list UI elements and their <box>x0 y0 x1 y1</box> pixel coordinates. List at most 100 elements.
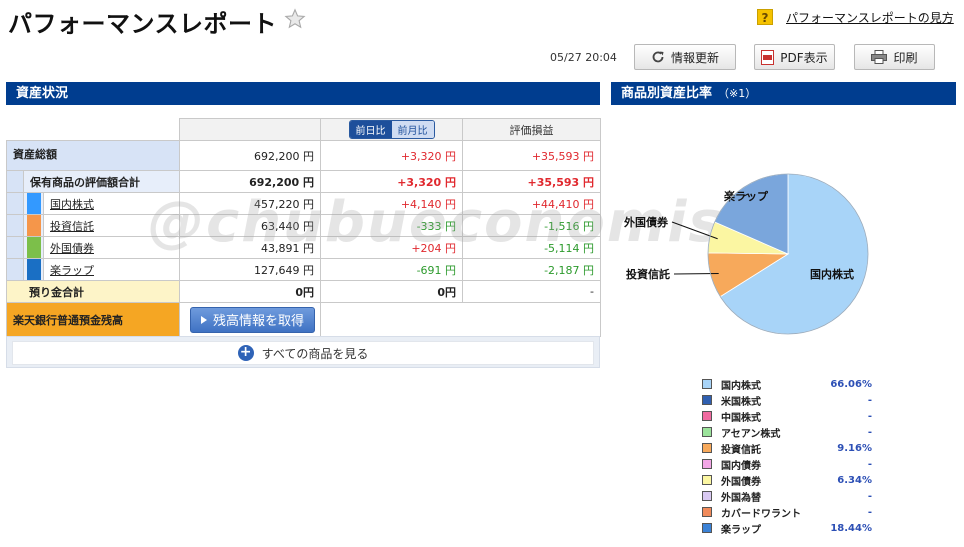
print-label: 印刷 <box>893 50 918 65</box>
allocation-pie-chart: 国内株式 投資信託 外国債券 楽ラップ <box>623 173 869 335</box>
help-link[interactable]: パフォーマンスレポートの見方 <box>786 9 954 26</box>
legend-label: 米国株式 <box>721 396 761 408</box>
category-link[interactable]: 外国債券 <box>50 242 94 255</box>
allocation-legend: 国内株式 66.06% 米国株式 - 中国株式 - アセアン株式 - 投資信託 9.16% 国内債券… <box>702 376 872 536</box>
help-icon[interactable]: ? <box>757 9 773 25</box>
legend-item: 楽ラップ 18.44% <box>702 520 872 536</box>
view-all-container: + すべての商品を見る <box>6 336 600 368</box>
total-assets-label: 資産総額 <box>5 140 181 171</box>
category-value: 43,891 円 <box>179 236 322 259</box>
legend-item: 外国債券 6.34% <box>702 472 872 488</box>
category-link[interactable]: 投資信託 <box>50 220 94 233</box>
change-toggle[interactable]: 前日比 前月比 <box>348 120 435 139</box>
print-button[interactable]: 印刷 <box>854 44 935 70</box>
holdings-total-row: 保有商品の評価額合計 692,200 円 +3,320 円 +35,593 円 <box>6 170 602 193</box>
table-row: 国内株式 457,220 円 +4,140 円 +44,410 円 <box>6 192 602 215</box>
category-color-swatch <box>26 237 41 258</box>
legend-value: 9.16% <box>837 442 872 454</box>
table-row: 楽ラップ 127,649 円 -691 円 -2,187 円 <box>6 258 602 281</box>
update-timestamp: 05/27 20:04 <box>550 51 617 64</box>
view-all-button[interactable]: + すべての商品を見る <box>12 341 594 365</box>
legend-item: 外国為替 - <box>702 488 872 504</box>
refresh-label: 情報更新 <box>670 50 719 65</box>
pdf-button[interactable]: PDF表示 <box>754 44 835 70</box>
toggle-month-button[interactable]: 前月比 <box>391 121 434 138</box>
legend-item: 国内株式 66.06% <box>702 376 872 392</box>
legend-label: 国内債券 <box>721 460 761 472</box>
category-value: 127,649 円 <box>179 258 322 281</box>
change-toggle-cell: 前日比 前月比 <box>320 118 464 141</box>
category-link[interactable]: 楽ラップ <box>50 264 94 277</box>
legend-value: - <box>867 458 872 470</box>
allocation-header: 商品別資産比率 （※1） <box>611 82 956 105</box>
category-gain: -5,114 円 <box>462 236 602 259</box>
total-assets-change: +3,320 円 <box>320 140 464 171</box>
legend-value: 18.44% <box>830 522 872 534</box>
allocation-note: （※1） <box>718 87 757 100</box>
toggle-day-button[interactable]: 前日比 <box>349 121 392 138</box>
legend-item: 国内債券 - <box>702 456 872 472</box>
legend-label: 中国株式 <box>721 412 761 424</box>
chevron-right-icon <box>201 315 208 324</box>
legend-value: - <box>867 490 872 502</box>
table-header-row: 前日比 前月比 評価損益 <box>6 118 602 141</box>
bank-balance-label: 楽天銀行普通預金残高 <box>5 302 181 337</box>
category-gain: -1,516 円 <box>462 214 602 237</box>
category-change: -333 円 <box>320 214 464 237</box>
bank-balance-row: 楽天銀行普通預金残高 残高情報を取得 <box>5 302 602 337</box>
get-balance-button[interactable]: 残高情報を取得 <box>190 306 316 333</box>
category-color-swatch <box>26 215 41 236</box>
category-gain: +44,410 円 <box>462 192 602 215</box>
legend-value: - <box>867 394 872 406</box>
legend-item: 米国株式 - <box>702 392 872 408</box>
refresh-button[interactable]: 情報更新 <box>634 44 736 70</box>
category-change: +204 円 <box>320 236 464 259</box>
pie-slice-label: 外国債券 <box>623 215 669 229</box>
total-assets-value: 692,200 円 <box>179 140 322 171</box>
holdings-total-value: 692,200 円 <box>179 170 322 193</box>
legend-label: 楽ラップ <box>721 524 761 536</box>
page-title: パフォーマンスレポート <box>8 10 278 38</box>
category-link[interactable]: 国内株式 <box>50 198 94 211</box>
legend-value: - <box>867 410 872 422</box>
pie-slice-label: 投資信託 <box>626 267 670 281</box>
legend-item: 中国株式 - <box>702 408 872 424</box>
legend-value: 66.06% <box>830 378 872 390</box>
category-change: +4,140 円 <box>320 192 464 215</box>
legend-value: - <box>867 426 872 438</box>
legend-swatch <box>702 507 712 517</box>
legend-label: 国内株式 <box>721 380 761 392</box>
category-color-swatch <box>26 259 41 280</box>
legend-value: - <box>867 506 872 518</box>
legend-label: 投資信託 <box>721 444 761 456</box>
deposit-total-row: 預り金合計 0円 0円 - <box>5 280 602 303</box>
total-assets-gain: +35,593 円 <box>462 140 602 171</box>
legend-swatch <box>702 491 712 501</box>
legend-item: アセアン株式 - <box>702 424 872 440</box>
category-color-swatch <box>26 193 41 214</box>
asset-status-title: 資産状況 <box>16 86 69 101</box>
holdings-total-gain: +35,593 円 <box>462 170 602 193</box>
table-row: 外国債券 43,891 円 +204 円 -5,114 円 <box>6 236 602 259</box>
category-gain: -2,187 円 <box>462 258 602 281</box>
favorite-star-icon[interactable] <box>284 8 306 30</box>
category-change: -691 円 <box>320 258 464 281</box>
allocation-title: 商品別資産比率 <box>621 86 713 101</box>
legend-label: アセアン株式 <box>721 428 781 440</box>
legend-swatch <box>702 459 712 469</box>
printer-icon <box>871 50 888 64</box>
gain-column-header: 評価損益 <box>462 118 602 141</box>
total-assets-row: 資産総額 692,200 円 +3,320 円 +35,593 円 <box>5 140 602 171</box>
plus-circle-icon: + <box>237 345 254 361</box>
legend-swatch <box>702 443 712 453</box>
asset-status-header: 資産状況 <box>6 82 600 105</box>
table-row: 投資信託 63,440 円 -333 円 -1,516 円 <box>6 214 602 237</box>
legend-label: 外国債券 <box>721 476 761 488</box>
refresh-icon <box>652 51 664 63</box>
pie-slice-label: 楽ラップ <box>723 189 769 203</box>
legend-swatch <box>702 411 712 421</box>
category-value: 63,440 円 <box>179 214 322 237</box>
category-value: 457,220 円 <box>179 192 322 215</box>
pie-slice-label: 国内株式 <box>810 267 854 281</box>
get-balance-label: 残高情報を取得 <box>213 314 305 329</box>
